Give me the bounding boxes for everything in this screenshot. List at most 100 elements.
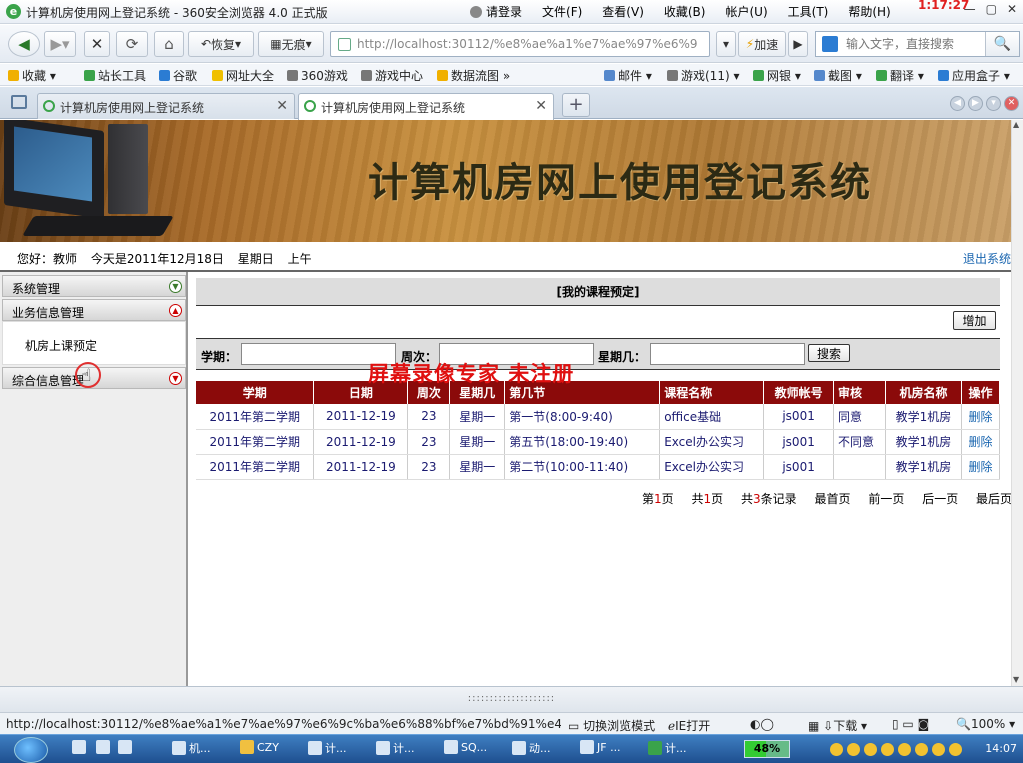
minimize-icon[interactable]: —	[964, 2, 976, 16]
menu-item-room-booking[interactable]: 机房上课预定	[25, 337, 97, 354]
search-box[interactable]: 🔍	[815, 31, 1020, 57]
stop-button[interactable]: ✕	[84, 31, 110, 57]
tab-scroll-left-icon[interactable]: ◀	[950, 96, 965, 111]
tray-icon[interactable]	[847, 743, 860, 756]
menu-account[interactable]: 帐户(U)	[725, 3, 767, 20]
sidebar-toggle-icon[interactable]	[11, 95, 27, 109]
address-input[interactable]	[357, 35, 707, 53]
taskbar-item-doc[interactable]: 计...	[376, 740, 415, 760]
col-teacher[interactable]: 教师帐号	[763, 381, 835, 404]
tray-icon[interactable]	[949, 743, 962, 756]
prev-page-link[interactable]: 前一页	[868, 492, 904, 506]
bookmark-mail[interactable]: 邮件 ▾	[604, 67, 652, 84]
quicklaunch-app-icon[interactable]	[118, 740, 135, 760]
first-page-link[interactable]: 最首页	[815, 492, 851, 506]
col-room[interactable]: 机房名称	[885, 381, 962, 404]
tray-icon[interactable]	[881, 743, 894, 756]
delete-link[interactable]: 删除	[961, 404, 1001, 430]
restore-button[interactable]: ↶ 恢复 ▾	[188, 31, 254, 57]
bookmark-games-count[interactable]: 游戏(11) ▾	[667, 67, 739, 84]
menu-view[interactable]: 查看(V)	[602, 3, 644, 20]
tab-close-icon[interactable]: ✕	[535, 98, 547, 114]
col-semester[interactable]: 学期	[196, 381, 315, 404]
tab-1[interactable]: 计算机房使用网上登记系统 ✕	[37, 93, 295, 119]
login-menu[interactable]: 请登录	[470, 3, 522, 20]
download-button[interactable]: ▦ ⇩下载 ▾	[808, 717, 867, 734]
taskbar-item-browser[interactable]: 计...	[648, 740, 687, 760]
go-button[interactable]: ▶	[788, 31, 808, 57]
bookmark-site-directory[interactable]: 网址大全	[212, 67, 274, 84]
ie-open-button[interactable]: ℯIE打开	[668, 717, 710, 734]
quicklaunch-ie-icon[interactable]	[72, 740, 89, 760]
bookmark-google[interactable]: 谷歌	[159, 67, 197, 84]
menu-tools[interactable]: 工具(T)	[788, 3, 829, 20]
forward-button[interactable]: ▶▾	[44, 31, 76, 57]
tray-icon[interactable]	[830, 743, 843, 756]
refresh-button[interactable]: ⟳	[116, 31, 148, 57]
bookmark-favorites[interactable]: 收藏 ▾	[8, 67, 56, 84]
vertical-scrollbar[interactable]: ▲ ▼	[1011, 120, 1023, 686]
search-input[interactable]	[846, 35, 986, 53]
search-engine-icon[interactable]	[822, 36, 838, 52]
delete-link[interactable]: 删除	[961, 429, 1001, 455]
taskbar-item-word[interactable]: 机...	[172, 740, 211, 760]
next-page-link[interactable]: 后一页	[922, 492, 958, 506]
address-bar[interactable]	[330, 31, 710, 57]
bookmark-data-flow[interactable]: 数据流图 »	[437, 67, 510, 84]
incognito-button[interactable]: ▦ 无痕 ▾	[258, 31, 324, 57]
tab-list-icon[interactable]: ▾	[986, 96, 1001, 111]
menu-help[interactable]: 帮助(H)	[848, 3, 890, 20]
tab-2-active[interactable]: 计算机房使用网上登记系统 ✕	[298, 93, 554, 120]
tray-icon[interactable]	[915, 743, 928, 756]
add-button[interactable]: 增加	[953, 311, 996, 330]
close-icon[interactable]: ✕	[1007, 2, 1017, 16]
delete-link[interactable]: 删除	[961, 454, 1001, 480]
menu-file[interactable]: 文件(F)	[542, 3, 582, 20]
tray-icon[interactable]	[932, 743, 945, 756]
status-tools-icon[interactable]: ▯ ▭ ◙	[892, 717, 929, 731]
taskbar-item-folder[interactable]: CZY	[240, 740, 279, 760]
scroll-up-icon[interactable]: ▲	[1013, 120, 1019, 129]
address-dropdown-button[interactable]: ▾	[716, 31, 736, 57]
back-button[interactable]: ◀	[8, 31, 40, 57]
bookmark-screenshot[interactable]: 截图 ▾	[814, 67, 862, 84]
taskbar-item-calc[interactable]: 计...	[308, 740, 347, 760]
search-button[interactable]: 搜索	[808, 344, 850, 362]
switch-mode-button[interactable]: ▭ 切换浏览模式	[568, 717, 655, 734]
bookmark-game-center[interactable]: 游戏中心	[361, 67, 423, 84]
col-approval[interactable]: 审核	[833, 381, 887, 404]
splitter-handle[interactable]: ::::::::::::::::::::	[0, 686, 1023, 712]
bookmark-app-box[interactable]: 应用盒子 ▾	[938, 67, 1010, 84]
menu-business-info[interactable]: 业务信息管理 ▲	[2, 299, 186, 321]
logout-link[interactable]: 退出系统	[963, 250, 1011, 267]
collapse-icon[interactable]: ▲	[169, 304, 182, 317]
tray-icon[interactable]	[864, 743, 877, 756]
accelerate-button[interactable]: ⚡ 加速	[738, 31, 786, 57]
search-icon[interactable]: 🔍	[985, 32, 1019, 56]
bookmark-online-bank[interactable]: 网银 ▾	[753, 67, 801, 84]
taskbar-item-dynamic[interactable]: 动...	[512, 740, 551, 760]
bookmark-360-games[interactable]: 360游戏	[287, 67, 348, 84]
toggle-icon[interactable]: ◐◯	[750, 717, 774, 731]
col-course[interactable]: 课程名称	[659, 381, 765, 404]
close-all-icon[interactable]: ✕	[1004, 96, 1019, 111]
bookmark-translate[interactable]: 翻译 ▾	[876, 67, 924, 84]
weekday-input[interactable]	[650, 343, 805, 365]
scroll-down-icon[interactable]: ▼	[1013, 675, 1019, 684]
bookmark-webmaster-tools[interactable]: 站长工具	[84, 67, 146, 84]
new-tab-button[interactable]: +	[562, 93, 590, 117]
home-button[interactable]: ⌂	[154, 31, 184, 57]
menu-favorites[interactable]: 收藏(B)	[664, 3, 706, 20]
tab-scroll-right-icon[interactable]: ▶	[968, 96, 983, 111]
expand-icon[interactable]: ▼	[169, 280, 182, 293]
taskbar-item-jf[interactable]: JF ...	[580, 740, 621, 760]
quicklaunch-folder-icon[interactable]	[96, 740, 113, 760]
zoom-control[interactable]: 🔍100% ▾	[956, 717, 1015, 731]
last-page-link[interactable]: 最后页	[976, 492, 1011, 506]
tab-close-icon[interactable]: ✕	[276, 98, 288, 114]
tray-icon[interactable]	[898, 743, 911, 756]
maximize-icon[interactable]: ▢	[986, 2, 997, 16]
start-button[interactable]	[14, 737, 48, 763]
expand-icon[interactable]: ▼	[169, 372, 182, 385]
menu-system-management[interactable]: 系统管理 ▼	[2, 275, 186, 297]
